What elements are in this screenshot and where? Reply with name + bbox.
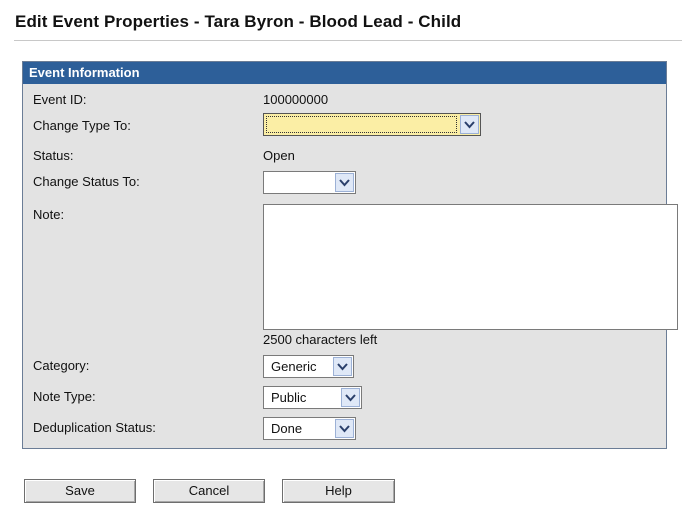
focus-outline	[266, 116, 457, 133]
chevron-down-icon[interactable]	[335, 173, 354, 192]
save-button[interactable]: Save	[24, 479, 136, 503]
status-label: Status:	[33, 148, 74, 163]
characters-left-counter: 2500 characters left	[263, 332, 378, 347]
note-type-select[interactable]: Public	[263, 386, 362, 409]
note-type-label: Note Type:	[33, 389, 96, 404]
panel-header: Event Information	[23, 62, 666, 84]
category-select[interactable]: Generic	[263, 355, 354, 378]
note-textarea[interactable]	[263, 204, 678, 330]
note-label: Note:	[33, 207, 65, 222]
change-type-label: Change Type To:	[33, 118, 131, 133]
status-value: Open	[263, 148, 295, 163]
event-id-value: 100000000	[263, 92, 329, 107]
help-button[interactable]: Help	[282, 479, 395, 503]
category-label: Category:	[33, 358, 90, 373]
chevron-down-icon[interactable]	[460, 115, 479, 134]
chevron-down-icon[interactable]	[341, 388, 360, 407]
page-title: Edit Event Properties - Tara Byron - Blo…	[15, 12, 462, 31]
chevron-down-icon[interactable]	[335, 419, 354, 438]
deduplication-status-selected: Done	[271, 421, 303, 436]
chevron-down-icon[interactable]	[333, 357, 352, 376]
title-divider	[14, 40, 682, 41]
change-type-select[interactable]	[263, 113, 481, 136]
deduplication-status-select[interactable]: Done	[263, 417, 356, 440]
cancel-button[interactable]: Cancel	[153, 479, 265, 503]
event-id-label: Event ID:	[33, 92, 87, 107]
category-selected: Generic	[271, 359, 317, 374]
event-information-panel: Event Information Event ID: 100000000 Ch…	[22, 61, 678, 449]
change-status-select[interactable]	[263, 171, 356, 194]
deduplication-status-label: Deduplication Status:	[33, 420, 156, 435]
change-status-label: Change Status To:	[33, 174, 140, 189]
note-type-selected: Public	[271, 390, 307, 405]
